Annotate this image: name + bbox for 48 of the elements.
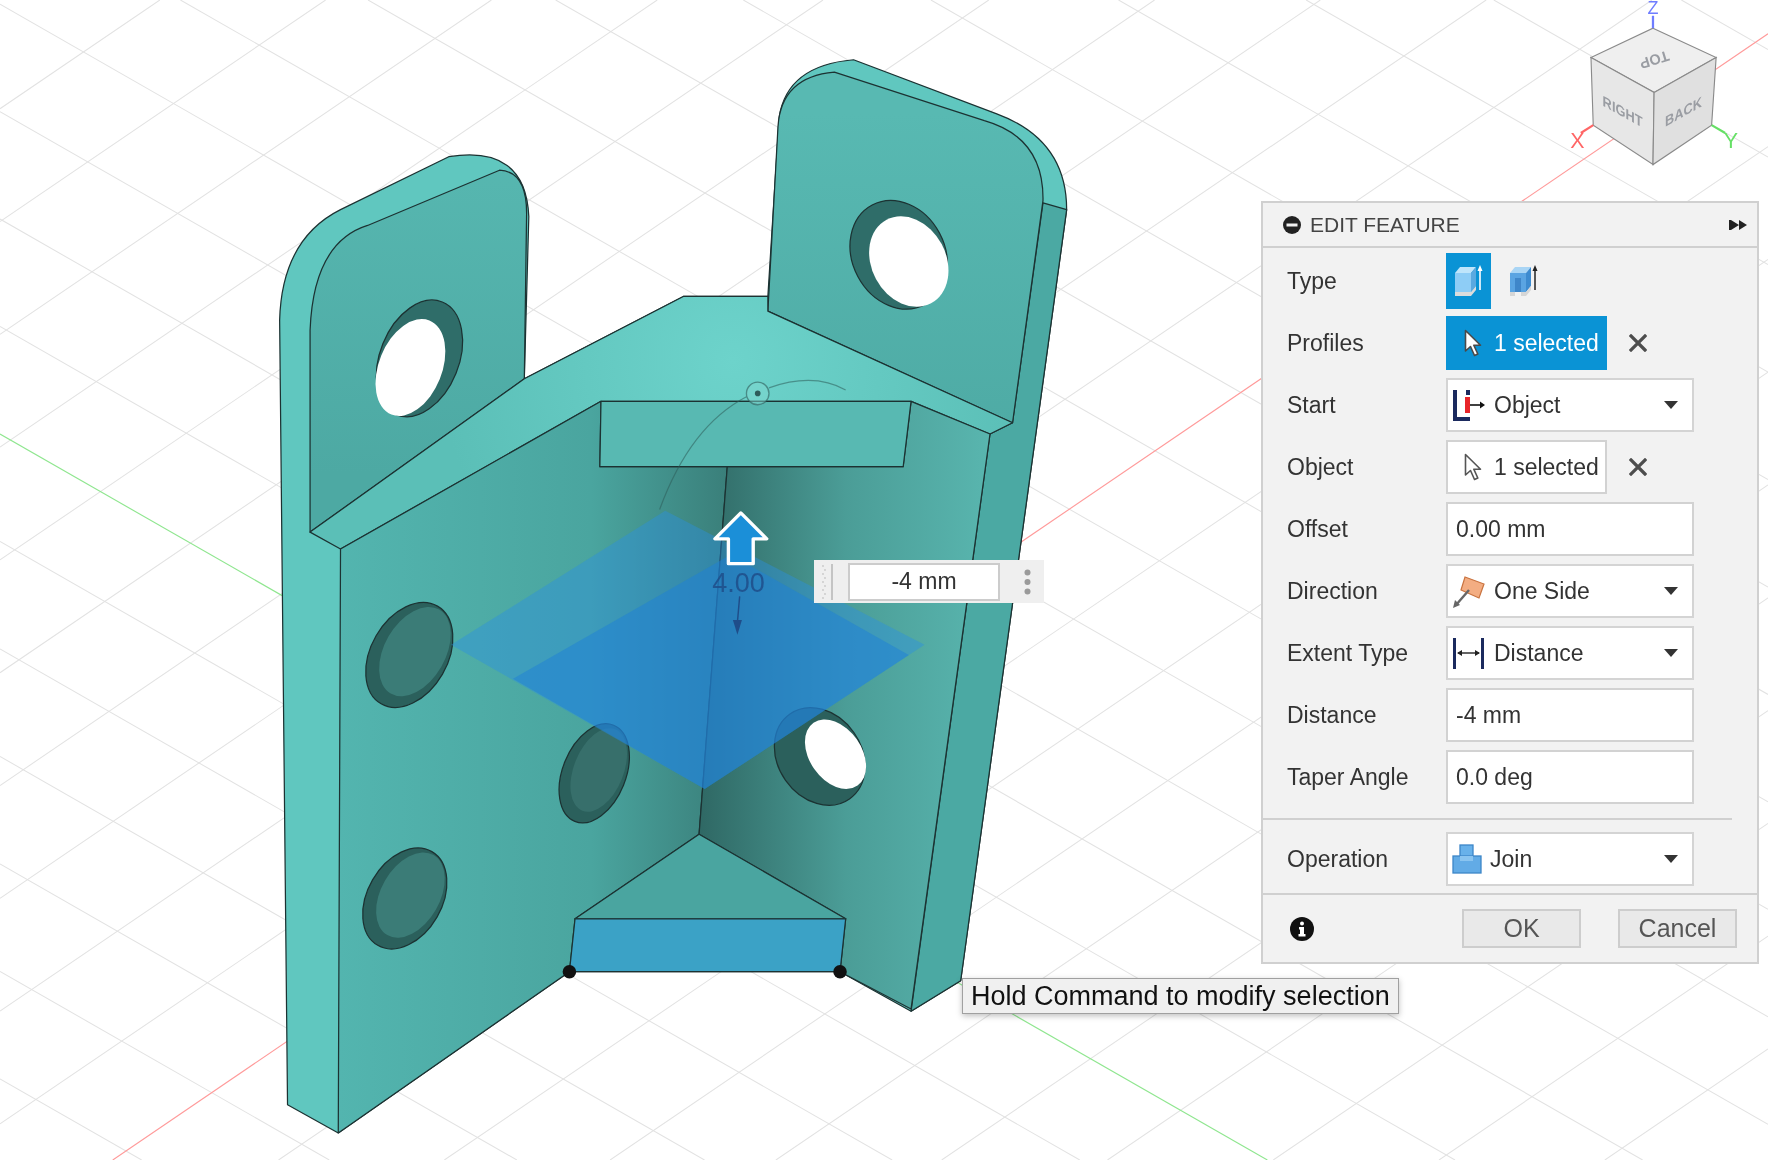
dropdown[interactable]: Join [1446, 832, 1694, 886]
dropdown[interactable]: One Side [1446, 564, 1694, 618]
dimension-arrow [732, 595, 742, 635]
field-label: Operation [1287, 845, 1389, 873]
field-label: Object [1287, 453, 1355, 481]
bracket-arrow-icon [1452, 388, 1486, 422]
cursor-icon [1464, 453, 1482, 481]
dropdown[interactable]: Object [1446, 378, 1694, 432]
caret-icon [1664, 401, 1678, 409]
extrude-type-button[interactable] [1446, 253, 1491, 309]
text-field[interactable]: 0.00 mm [1446, 502, 1694, 556]
cursor-icon [1464, 329, 1482, 357]
panel-title: EDIT FEATURE [1310, 212, 1461, 237]
distance-arrows-icon [1452, 636, 1486, 670]
field-label: Taper Angle [1287, 763, 1410, 791]
field-label: Extent Type [1287, 639, 1410, 667]
info-icon[interactable] [1290, 916, 1314, 941]
selection-button[interactable]: 1 selected [1446, 440, 1607, 494]
dimension-field[interactable]: -4 mm [848, 562, 1000, 601]
caret-icon [1664, 649, 1678, 657]
minus-circle-icon[interactable] [1283, 215, 1301, 234]
axis-indicator: Z [1647, 0, 1659, 29]
text-field[interactable]: -4 mm [1446, 688, 1694, 742]
field-label: Direction [1287, 577, 1379, 605]
tooltip: Hold Command to modify selection [962, 978, 1399, 1014]
arrow-handle[interactable] [713, 511, 769, 566]
field-label: Start [1287, 391, 1337, 419]
field-label: Offset [1287, 515, 1349, 543]
double-triangle-icon[interactable] [1729, 218, 1749, 231]
caret-icon [1664, 855, 1678, 863]
caret-icon [1664, 587, 1678, 595]
dropdown[interactable]: Distance [1446, 626, 1694, 680]
close-icon[interactable] [1629, 334, 1647, 352]
solid-box-icon [1453, 264, 1484, 298]
vertex-dot [562, 965, 577, 979]
text-field[interactable]: 0.0 deg [1446, 750, 1694, 804]
vertex-dot [833, 965, 847, 979]
field-label: Type [1287, 267, 1338, 295]
field-label: Profiles [1287, 329, 1365, 357]
vertical-dots-icon[interactable] [1024, 568, 1031, 595]
dialog-button[interactable]: Cancel [1618, 909, 1737, 948]
grip-icon[interactable] [820, 563, 834, 600]
flag-arrow-icon [1452, 574, 1486, 608]
hollow-box-icon [1508, 264, 1539, 298]
close-icon[interactable] [1629, 458, 1647, 476]
stacked-blocks-icon [1452, 844, 1482, 874]
dialog-button[interactable]: OK [1462, 909, 1581, 948]
field-label: Distance [1287, 701, 1378, 729]
